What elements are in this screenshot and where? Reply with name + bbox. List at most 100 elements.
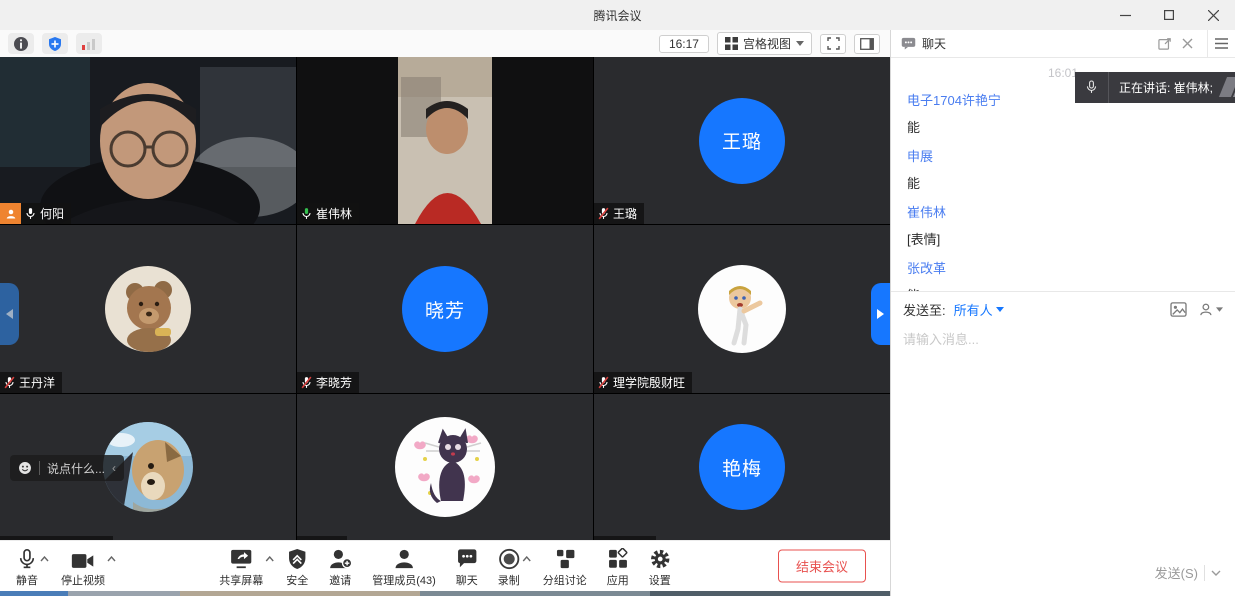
chat-message: 申展 能: [907, 146, 1219, 192]
end-meeting-button[interactable]: 结束会议: [778, 550, 866, 583]
view-mode-dropdown[interactable]: 宫格视图: [717, 32, 812, 55]
video-grid: 何阳 崔: [0, 57, 890, 540]
name-with-mic: 理学院殷财旺: [594, 372, 692, 393]
participant-tile-wangdanyang[interactable]: 王丹洋: [0, 225, 296, 393]
breakout-rooms-button[interactable]: 分组讨论: [533, 546, 597, 588]
participant-name: 李晓芳: [316, 374, 352, 391]
mute-label: 静音: [16, 572, 38, 588]
mic-speaking-icon: [300, 207, 313, 220]
window-controls: [1103, 0, 1235, 30]
send-options-chevron[interactable]: [1211, 570, 1221, 576]
participant-tile-shenzhan[interactable]: 申展: [297, 394, 593, 540]
quick-chat-placeholder: 说点什么...: [47, 460, 105, 477]
send-to-value: 所有人: [954, 300, 993, 319]
message-text: 能: [907, 117, 1219, 136]
participant-name: 王丹洋: [19, 374, 55, 391]
message-sender: 崔伟林: [907, 202, 1219, 221]
name-with-mic: 申展: [297, 536, 347, 540]
pill-divider: [39, 461, 40, 475]
security-button[interactable]: 安全: [276, 546, 318, 588]
participant-tile-yincaiwang[interactable]: 理学院殷财旺: [594, 225, 890, 393]
image-attach-icon[interactable]: [1170, 302, 1187, 317]
record-button[interactable]: 录制: [488, 546, 530, 588]
participant-label: 王璐: [594, 203, 644, 224]
participant-tile-wangyanmei[interactable]: 艳梅 王艳梅: [594, 394, 890, 540]
side-panel-toggle-button[interactable]: [854, 34, 880, 54]
meeting-info-button[interactable]: [8, 33, 34, 54]
previous-page-arrow[interactable]: [0, 283, 19, 345]
video-options-chevron[interactable]: [107, 556, 116, 562]
invite-button[interactable]: 邀请: [318, 546, 362, 588]
avatar-wrap: 晓芳: [297, 225, 593, 393]
chat-button[interactable]: 聊天: [446, 546, 488, 588]
members-person-icon: [393, 546, 415, 570]
participant-tile-wanglu[interactable]: 王璐 王璐: [594, 57, 890, 224]
minimize-icon: [1120, 10, 1131, 21]
participant-tile-heyang[interactable]: 何阳: [0, 57, 296, 224]
window-title: 腾讯会议: [0, 0, 1235, 30]
app-window: 腾讯会议: [0, 0, 1235, 596]
share-screen-icon: [229, 546, 253, 570]
mute-button[interactable]: 静音: [6, 546, 48, 588]
video-feed: [0, 57, 296, 224]
name-with-mic: 何阳: [21, 203, 71, 224]
participant-tile-xuyanning[interactable]: 说点什么... ‹ 电子1704许艳宁: [0, 394, 296, 540]
security-label: 安全: [286, 572, 308, 588]
chat-input[interactable]: 请输入消息...: [891, 323, 1235, 564]
participant-label-clipped: 王艳梅: [594, 536, 656, 540]
participant-name: 何阳: [40, 205, 64, 222]
mute-options-chevron[interactable]: [40, 556, 49, 562]
mention-member-dropdown[interactable]: [1199, 302, 1223, 317]
close-button[interactable]: [1191, 0, 1235, 30]
meeting-timer: 16:17: [659, 35, 709, 53]
fullscreen-button[interactable]: [820, 34, 846, 54]
chat-bubble-icon: [456, 546, 478, 570]
manage-members-button[interactable]: 管理成员(43): [362, 546, 446, 588]
teddy-bear-avatar: [105, 266, 191, 352]
apps-button[interactable]: 应用: [597, 546, 639, 588]
chat-message: 崔伟林 [表情]: [907, 202, 1219, 248]
next-page-arrow[interactable]: [871, 283, 890, 345]
chevron-down-icon: [796, 41, 804, 46]
settings-button[interactable]: 设置: [639, 546, 681, 588]
close-chat-icon[interactable]: [1182, 38, 1193, 49]
chevron-left-icon[interactable]: ‹: [112, 461, 116, 475]
background-window-sliver: [0, 591, 890, 596]
message-sender: 张改革: [907, 258, 1219, 277]
record-options-chevron[interactable]: [522, 556, 531, 562]
chat-panel-title: 聊天: [922, 35, 946, 52]
share-screen-button[interactable]: 共享屏幕: [209, 546, 273, 588]
quick-chat-pill[interactable]: 说点什么... ‹: [10, 455, 124, 481]
mic-icon: [17, 546, 37, 570]
security-shield-button[interactable]: [42, 33, 68, 54]
maximize-button[interactable]: [1147, 0, 1191, 30]
network-signal-button[interactable]: [76, 33, 102, 54]
share-options-chevron[interactable]: [265, 556, 274, 562]
participant-label: 何阳: [0, 203, 71, 224]
invite-label: 邀请: [329, 572, 351, 588]
participant-tile-lixiaofang[interactable]: 晓芳 李晓芳: [297, 225, 593, 393]
participant-tile-cuiweilin[interactable]: 崔伟林: [297, 57, 593, 224]
chat-panel-header: 聊天: [891, 30, 1235, 58]
topbar-right-cluster: 16:17 宫格视图: [659, 32, 890, 55]
mic-on-icon: [24, 207, 37, 220]
send-button[interactable]: 发送(S): [1155, 563, 1198, 582]
host-person-icon: [5, 208, 17, 220]
send-to-dropdown[interactable]: 所有人: [954, 300, 1004, 319]
view-mode-label: 宫格视图: [743, 35, 791, 52]
network-signal-icon: [81, 37, 97, 51]
arrow-left-icon: [6, 309, 13, 319]
name-with-mic: 李晓芳: [297, 372, 359, 393]
participant-name: 崔伟林: [316, 205, 352, 222]
mic-muted-icon: [3, 376, 16, 389]
popout-icon[interactable]: [1158, 37, 1172, 50]
chat-menu-button[interactable]: [1207, 30, 1235, 57]
stop-video-button[interactable]: 停止视频: [51, 546, 115, 588]
toolbar-center-group: 共享屏幕 安全 邀请 管理成员(43): [209, 541, 681, 592]
participant-label: 崔伟林: [297, 203, 359, 224]
participant-name: 申展: [316, 538, 340, 540]
participant-name: 电子1704许艳宁: [19, 538, 106, 540]
minimize-button[interactable]: [1103, 0, 1147, 30]
chat-panel: 聊天 16:01 电子1704许艳宁 能: [890, 30, 1235, 596]
name-with-mic: 王艳梅: [594, 536, 656, 540]
